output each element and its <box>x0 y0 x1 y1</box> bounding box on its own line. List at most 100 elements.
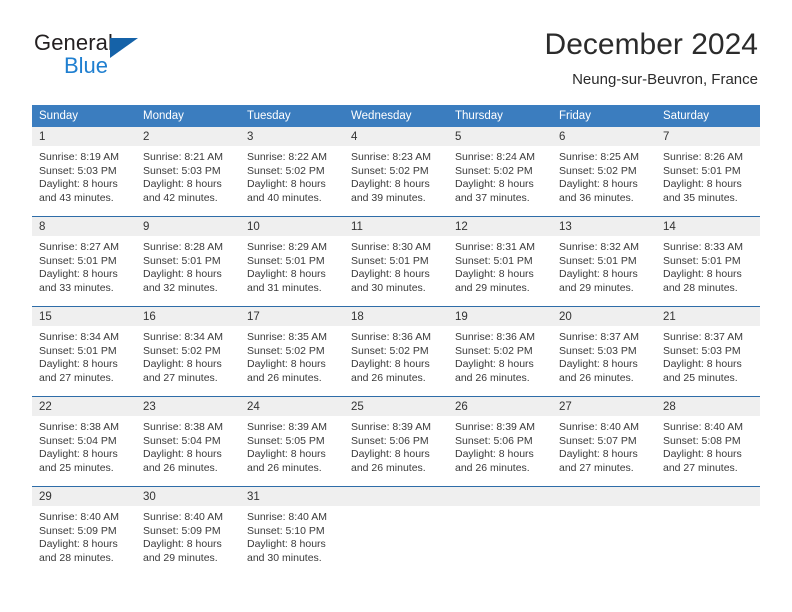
day-sunset-text: Sunset: 5:09 PM <box>39 524 117 537</box>
day-sunrise-text: Sunrise: 8:24 AM <box>455 151 535 163</box>
day-sunset-text: Sunset: 5:01 PM <box>351 254 429 267</box>
day-sunrise-text: Sunrise: 8:40 AM <box>559 421 639 433</box>
day-sunrise-text: Sunrise: 8:26 AM <box>663 151 743 163</box>
day-cell[interactable]: 30 Sunrise: 8:40 AM Sunset: 5:09 PM Dayligh… <box>136 486 240 576</box>
day-cell[interactable]: 13 Sunrise: 8:32 AM Sunset: 5:01 PM Dayligh… <box>552 216 656 307</box>
day-details: Sunrise: 8:39 AM Sunset: 5:06 PM Daylight:… <box>344 416 448 486</box>
day-daylight1-text: Daylight: 8 hours <box>559 358 638 370</box>
day-sunrise-text: Sunrise: 8:21 AM <box>143 151 223 163</box>
day-number: 31 <box>240 487 344 506</box>
day-sunrise-text: Sunrise: 8:37 AM <box>559 331 639 343</box>
day-cell[interactable]: 6 Sunrise: 8:25 AM Sunset: 5:02 PM Daylight… <box>552 127 656 217</box>
day-cell[interactable]: 19 Sunrise: 8:36 AM Sunset: 5:02 PM Dayligh… <box>448 306 552 397</box>
day-cell[interactable]: 2 Sunrise: 8:21 AM Sunset: 5:03 PM Daylight… <box>136 127 240 217</box>
day-daylight2-text: and 33 minutes. <box>39 281 114 294</box>
day-details: Sunrise: 8:39 AM Sunset: 5:05 PM Daylight:… <box>240 416 344 486</box>
day-cell[interactable]: 28 Sunrise: 8:40 AM Sunset: 5:08 PM Dayligh… <box>656 396 760 487</box>
day-cell[interactable]: 7 Sunrise: 8:26 AM Sunset: 5:01 PM Daylight… <box>656 127 760 217</box>
day-cell[interactable]: 27 Sunrise: 8:40 AM Sunset: 5:07 PM Dayligh… <box>552 396 656 487</box>
day-cell[interactable]: 1 Sunrise: 8:19 AM Sunset: 5:03 PM Daylight… <box>32 127 136 217</box>
day-sunrise-text: Sunrise: 8:40 AM <box>247 511 327 523</box>
day-daylight2-text: and 29 minutes. <box>455 281 530 294</box>
day-cell[interactable]: 15 Sunrise: 8:34 AM Sunset: 5:01 PM Dayligh… <box>32 306 136 397</box>
day-cell[interactable]: 21 Sunrise: 8:37 AM Sunset: 5:03 PM Dayligh… <box>656 306 760 397</box>
day-cell[interactable]: 5 Sunrise: 8:24 AM Sunset: 5:02 PM Daylight… <box>448 127 552 217</box>
day-daylight1-text: Daylight: 8 hours <box>247 268 326 280</box>
day-cell[interactable]: 3 Sunrise: 8:22 AM Sunset: 5:02 PM Daylight… <box>240 127 344 217</box>
day-daylight2-text: and 26 minutes. <box>247 461 322 474</box>
day-sunrise-text: Sunrise: 8:40 AM <box>143 511 223 523</box>
day-daylight1-text: Daylight: 8 hours <box>559 268 638 280</box>
day-cell[interactable]: 18 Sunrise: 8:36 AM Sunset: 5:02 PM Dayligh… <box>344 306 448 397</box>
day-cell[interactable]: 16 Sunrise: 8:34 AM Sunset: 5:02 PM Dayligh… <box>136 306 240 397</box>
day-cell[interactable]: 17 Sunrise: 8:35 AM Sunset: 5:02 PM Dayligh… <box>240 306 344 397</box>
day-sunrise-text: Sunrise: 8:23 AM <box>351 151 431 163</box>
day-number: 5 <box>448 127 552 146</box>
day-cell[interactable]: 23 Sunrise: 8:38 AM Sunset: 5:04 PM Dayligh… <box>136 396 240 487</box>
day-cell-empty <box>552 486 656 576</box>
day-sunset-text: Sunset: 5:05 PM <box>247 434 325 447</box>
day-daylight2-text: and 28 minutes. <box>663 281 738 294</box>
day-daylight1-text: Daylight: 8 hours <box>351 268 430 280</box>
day-cell[interactable]: 24 Sunrise: 8:39 AM Sunset: 5:05 PM Dayligh… <box>240 396 344 487</box>
day-cell[interactable]: 12 Sunrise: 8:31 AM Sunset: 5:01 PM Dayligh… <box>448 216 552 307</box>
day-details: Sunrise: 8:28 AM Sunset: 5:01 PM Daylight:… <box>136 236 240 306</box>
day-sunset-text: Sunset: 5:01 PM <box>455 254 533 267</box>
day-number: 12 <box>448 217 552 236</box>
day-number: 26 <box>448 397 552 416</box>
day-details: Sunrise: 8:27 AM Sunset: 5:01 PM Daylight:… <box>32 236 136 306</box>
day-daylight1-text: Daylight: 8 hours <box>247 538 326 550</box>
day-number: 4 <box>344 127 448 146</box>
day-number: 21 <box>656 307 760 326</box>
day-sunrise-text: Sunrise: 8:32 AM <box>559 241 639 253</box>
day-cell[interactable]: 8 Sunrise: 8:27 AM Sunset: 5:01 PM Daylight… <box>32 216 136 307</box>
day-number: 19 <box>448 307 552 326</box>
day-number <box>656 487 760 506</box>
day-daylight1-text: Daylight: 8 hours <box>247 448 326 460</box>
day-sunset-text: Sunset: 5:03 PM <box>663 344 741 357</box>
day-daylight2-text: and 26 minutes. <box>559 371 634 384</box>
day-sunset-text: Sunset: 5:02 PM <box>559 164 637 177</box>
day-daylight1-text: Daylight: 8 hours <box>143 538 222 550</box>
day-sunrise-text: Sunrise: 8:34 AM <box>39 331 119 343</box>
day-cell[interactable]: 31 Sunrise: 8:40 AM Sunset: 5:10 PM Dayligh… <box>240 486 344 576</box>
calendar-grid: Sunday Monday Tuesday Wednesday Thursday Frid… <box>32 105 760 576</box>
day-sunrise-text: Sunrise: 8:39 AM <box>247 421 327 433</box>
day-cell[interactable]: 10 Sunrise: 8:29 AM Sunset: 5:01 PM Dayligh… <box>240 216 344 307</box>
day-daylight2-text: and 27 minutes. <box>143 371 218 384</box>
day-daylight1-text: Daylight: 8 hours <box>455 268 534 280</box>
day-cell[interactable]: 4 Sunrise: 8:23 AM Sunset: 5:02 PM Daylight… <box>344 127 448 217</box>
page-header: General Blue December 2024 Neung-sur-Beu… <box>0 0 792 90</box>
day-sunrise-text: Sunrise: 8:40 AM <box>663 421 743 433</box>
day-cell[interactable]: 11 Sunrise: 8:30 AM Sunset: 5:01 PM Dayligh… <box>344 216 448 307</box>
day-cell[interactable]: 29 Sunrise: 8:40 AM Sunset: 5:09 PM Dayligh… <box>32 486 136 576</box>
day-daylight1-text: Daylight: 8 hours <box>351 358 430 370</box>
day-details: Sunrise: 8:25 AM Sunset: 5:02 PM Daylight:… <box>552 146 656 216</box>
day-cell[interactable]: 20 Sunrise: 8:37 AM Sunset: 5:03 PM Dayligh… <box>552 306 656 397</box>
day-sunrise-text: Sunrise: 8:30 AM <box>351 241 431 253</box>
day-details: Sunrise: 8:36 AM Sunset: 5:02 PM Daylight:… <box>448 326 552 396</box>
day-daylight1-text: Daylight: 8 hours <box>143 268 222 280</box>
day-details: Sunrise: 8:36 AM Sunset: 5:02 PM Daylight:… <box>344 326 448 396</box>
day-cell[interactable]: 9 Sunrise: 8:28 AM Sunset: 5:01 PM Daylight… <box>136 216 240 307</box>
day-details: Sunrise: 8:24 AM Sunset: 5:02 PM Daylight:… <box>448 146 552 216</box>
day-number: 7 <box>656 127 760 146</box>
day-number: 2 <box>136 127 240 146</box>
day-daylight2-text: and 26 minutes. <box>455 371 530 384</box>
day-sunrise-text: Sunrise: 8:39 AM <box>455 421 535 433</box>
day-sunrise-text: Sunrise: 8:37 AM <box>663 331 743 343</box>
calendar-page: General Blue December 2024 Neung-sur-Beu… <box>0 0 792 612</box>
day-details: Sunrise: 8:40 AM Sunset: 5:07 PM Daylight:… <box>552 416 656 486</box>
day-number: 9 <box>136 217 240 236</box>
brand-logo[interactable]: General Blue <box>34 26 174 88</box>
day-sunrise-text: Sunrise: 8:31 AM <box>455 241 535 253</box>
day-cell[interactable]: 22 Sunrise: 8:38 AM Sunset: 5:04 PM Dayligh… <box>32 396 136 487</box>
day-cell[interactable]: 26 Sunrise: 8:39 AM Sunset: 5:06 PM Dayligh… <box>448 396 552 487</box>
day-daylight2-text: and 26 minutes. <box>351 371 426 384</box>
day-sunrise-text: Sunrise: 8:29 AM <box>247 241 327 253</box>
day-cell[interactable]: 14 Sunrise: 8:33 AM Sunset: 5:01 PM Dayligh… <box>656 216 760 307</box>
day-cell[interactable]: 25 Sunrise: 8:39 AM Sunset: 5:06 PM Dayligh… <box>344 396 448 487</box>
day-number: 15 <box>32 307 136 326</box>
day-daylight1-text: Daylight: 8 hours <box>39 178 118 190</box>
day-sunset-text: Sunset: 5:01 PM <box>663 254 741 267</box>
